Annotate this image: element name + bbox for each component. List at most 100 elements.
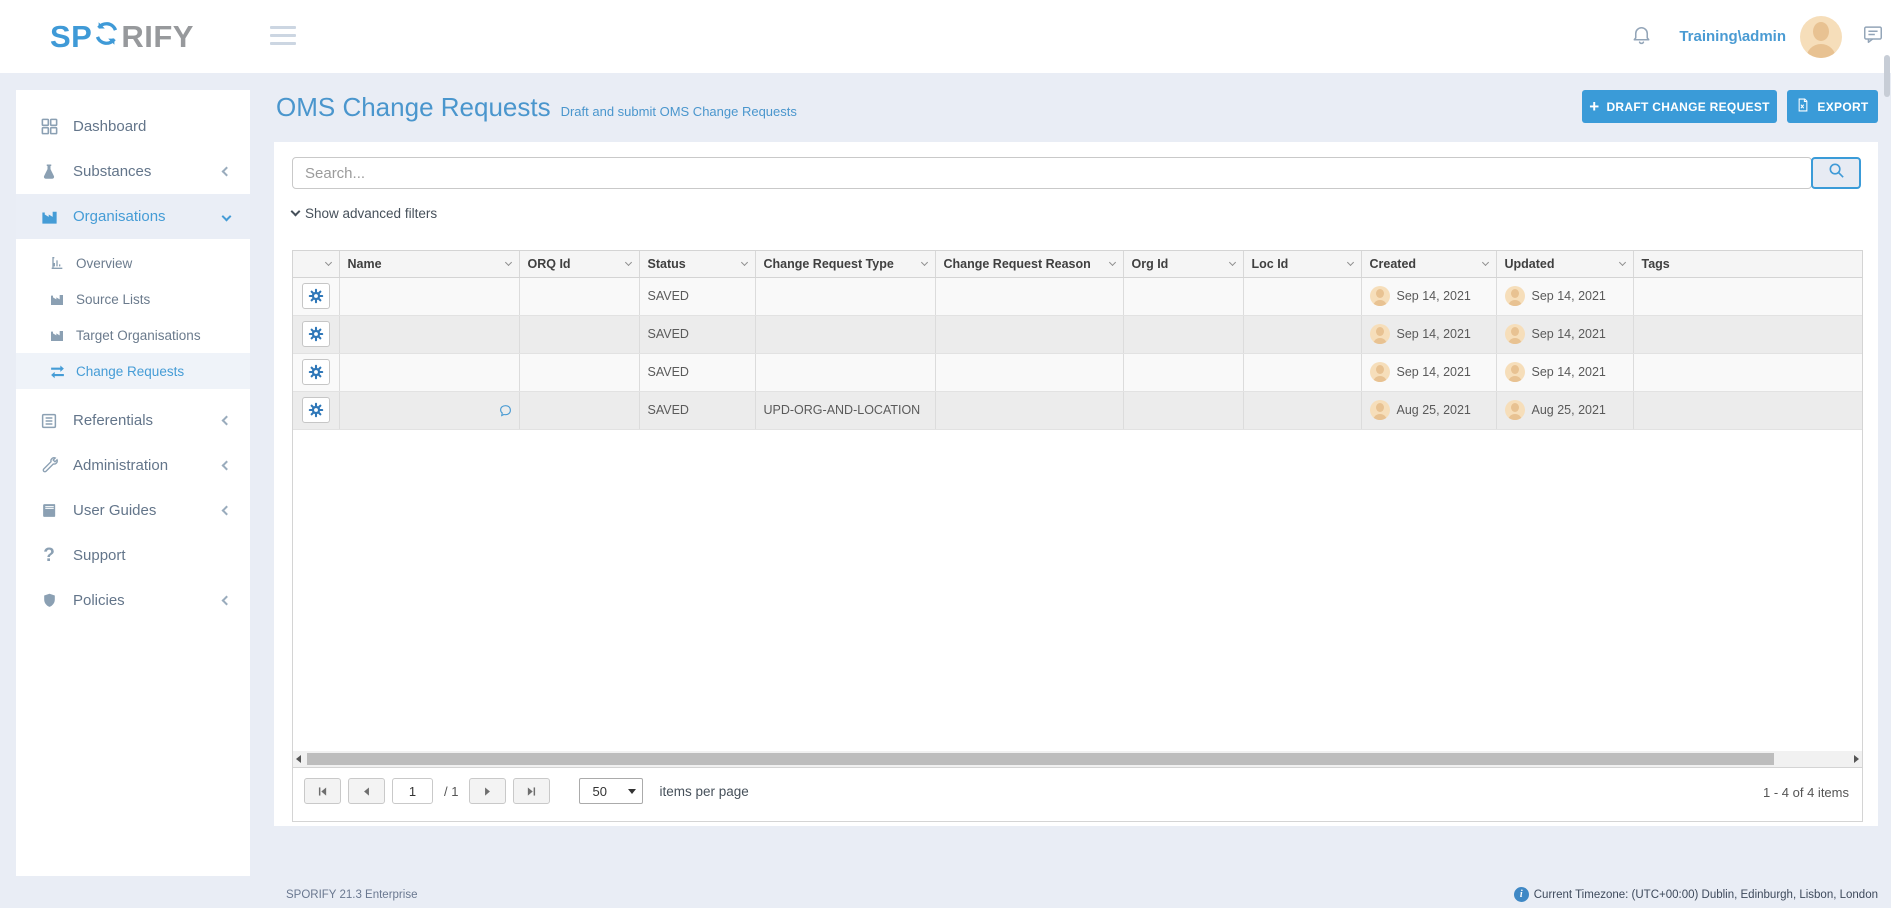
- sidebar-item-support[interactable]: ? Support: [16, 533, 250, 578]
- sidebar-item-referentials[interactable]: Referentials: [16, 398, 250, 443]
- notifications-bell-icon[interactable]: [1630, 23, 1653, 51]
- sidebar-item-target-organisations[interactable]: Target Organisations: [16, 317, 250, 353]
- column-menu-icon[interactable]: [740, 259, 747, 266]
- cell-org-id: [1123, 391, 1243, 429]
- sidebar-item-label: Policies: [73, 592, 125, 609]
- page-size-select[interactable]: 50: [579, 778, 643, 804]
- column-header-tags[interactable]: Tags: [1633, 251, 1862, 277]
- sidebar-item-source-lists[interactable]: Source Lists: [16, 281, 250, 317]
- app-window: SP RIFY Training\admin: [0, 0, 1891, 908]
- sidebar-item-change-requests[interactable]: Change Requests: [16, 353, 250, 389]
- previous-page-button[interactable]: [348, 778, 385, 804]
- cell-type: UPD-ORG-AND-LOCATION: [755, 391, 935, 429]
- user-avatar: [1505, 286, 1525, 306]
- column-menu-icon[interactable]: [624, 259, 631, 266]
- column-menu-icon[interactable]: [1618, 259, 1625, 266]
- column-menu-icon[interactable]: [1346, 259, 1353, 266]
- scroll-left-arrow-icon[interactable]: [296, 755, 301, 763]
- user-menu[interactable]: Training\admin: [1679, 28, 1786, 45]
- app-version-label: SPORIFY 21.3 Enterprise: [286, 889, 417, 901]
- row-actions-button[interactable]: [302, 359, 330, 385]
- column-menu-icon[interactable]: [920, 259, 927, 266]
- cell-reason: [935, 353, 1123, 391]
- sidebar-item-user-guides[interactable]: User Guides: [16, 488, 250, 533]
- sidebar-item-label: Administration: [73, 457, 168, 474]
- search-icon: [1827, 161, 1846, 185]
- column-header-loc-id[interactable]: Loc Id: [1243, 251, 1361, 277]
- column-menu-icon[interactable]: [1108, 259, 1115, 266]
- sidebar-item-label: Substances: [73, 163, 151, 180]
- cell-name: [339, 391, 519, 429]
- cell-loc-id: [1243, 277, 1361, 315]
- row-actions-button[interactable]: [302, 321, 330, 347]
- column-header-updated[interactable]: Updated: [1496, 251, 1633, 277]
- info-icon[interactable]: i: [1514, 887, 1529, 902]
- cell-orq-id: [519, 277, 639, 315]
- column-header-orq-id[interactable]: ORQ Id: [519, 251, 639, 277]
- comment-bubble-icon[interactable]: [498, 403, 513, 421]
- column-header-org-id[interactable]: Org Id: [1123, 251, 1243, 277]
- cell-tags: [1633, 391, 1862, 429]
- cell-reason: [935, 277, 1123, 315]
- sidebar-item-label: Support: [73, 547, 126, 564]
- browser-scrollbar-thumb[interactable]: [1884, 55, 1890, 97]
- sidebar-item-administration[interactable]: Administration: [16, 443, 250, 488]
- wrench-icon: [38, 457, 60, 475]
- sidebar-item-dashboard[interactable]: Dashboard: [16, 104, 250, 149]
- cell-updated: Sep 14, 2021: [1496, 315, 1633, 353]
- cell-status: SAVED: [639, 277, 755, 315]
- sidebar-item-substances[interactable]: Substances: [16, 149, 250, 194]
- feedback-chat-icon[interactable]: [1862, 23, 1884, 50]
- next-page-button[interactable]: [469, 778, 506, 804]
- user-avatar[interactable]: [1800, 16, 1842, 58]
- column-header-change-request-type[interactable]: Change Request Type: [755, 251, 935, 277]
- draft-change-request-button[interactable]: + DRAFT CHANGE REQUEST: [1582, 90, 1777, 123]
- show-advanced-filters-toggle[interactable]: Show advanced filters: [292, 206, 437, 221]
- row-actions-button[interactable]: [302, 283, 330, 309]
- column-menu-icon[interactable]: [324, 259, 331, 266]
- column-header-name[interactable]: Name: [339, 251, 519, 277]
- column-header-change-request-reason[interactable]: Change Request Reason: [935, 251, 1123, 277]
- search-button[interactable]: [1811, 157, 1861, 189]
- timezone-label: Current Timezone: (UTC+00:00) Dublin, Ed…: [1534, 889, 1878, 901]
- column-header-status[interactable]: Status: [639, 251, 755, 277]
- export-button[interactable]: EXPORT: [1787, 90, 1878, 123]
- menu-toggle-icon[interactable]: [270, 26, 296, 50]
- book-icon: [38, 502, 60, 519]
- sidebar-item-overview[interactable]: Overview: [16, 245, 250, 281]
- row-actions-button[interactable]: [302, 397, 330, 423]
- cell-loc-id: [1243, 391, 1361, 429]
- content-card: Show advanced filters Name ORQ Id Status…: [274, 142, 1878, 826]
- scroll-right-arrow-icon[interactable]: [1854, 755, 1859, 763]
- sidebar-item-label: Target Organisations: [76, 328, 201, 343]
- first-page-button[interactable]: [304, 778, 341, 804]
- app-logo: SP RIFY: [50, 0, 194, 73]
- cell-orq-id: [519, 315, 639, 353]
- table-header-row: Name ORQ Id Status Change Request Type C…: [293, 251, 1862, 277]
- column-header-created[interactable]: Created: [1361, 251, 1496, 277]
- sidebar-item-label: Overview: [76, 256, 132, 271]
- sidebar-item-policies[interactable]: Policies: [16, 578, 250, 623]
- cell-name: [339, 353, 519, 391]
- user-avatar: [1370, 286, 1390, 306]
- column-menu-icon[interactable]: [504, 259, 511, 266]
- cell-loc-id: [1243, 315, 1361, 353]
- table-row: SAVED Sep 14, 2021 Sep 14, 2021: [293, 277, 1862, 315]
- grid-pager: / 1 50 items per page 1 - 4: [293, 767, 1862, 821]
- list-icon: [38, 412, 60, 430]
- search-input[interactable]: [292, 157, 1812, 189]
- factory-icon: [48, 291, 66, 307]
- sidebar-item-label: Dashboard: [73, 118, 146, 135]
- column-menu-icon[interactable]: [1228, 259, 1235, 266]
- scrollbar-thumb[interactable]: [307, 753, 1774, 765]
- cell-name: [339, 277, 519, 315]
- grid-horizontal-scrollbar[interactable]: [293, 751, 1862, 767]
- chevron-down-icon: [291, 207, 301, 217]
- sidebar-item-organisations[interactable]: Organisations: [16, 194, 250, 239]
- chevron-left-icon: [222, 167, 232, 177]
- page-number-input[interactable]: [392, 778, 433, 804]
- last-page-button[interactable]: [513, 778, 550, 804]
- sidebar-item-label: Referentials: [73, 412, 153, 429]
- column-menu-icon[interactable]: [1481, 259, 1488, 266]
- swap-arrows-icon: [48, 363, 66, 380]
